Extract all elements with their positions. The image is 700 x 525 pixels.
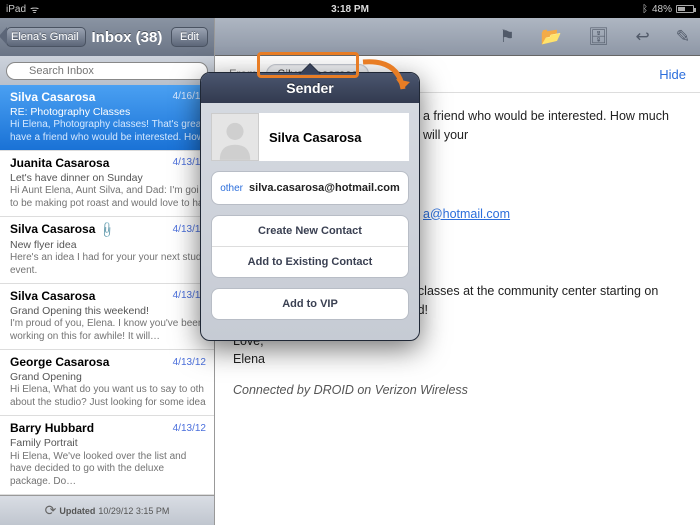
wifi-icon: ᯤ (30, 2, 39, 16)
attachment-icon: 📎 (97, 221, 116, 240)
flag-icon[interactable]: ⚑ (499, 27, 514, 47)
message-item[interactable]: Juanita Casarosa4/13/12Let's have dinner… (0, 151, 214, 217)
message-list: Silva Casarosa4/16/12RE: Photography Cla… (0, 85, 214, 495)
battery-icon (676, 5, 694, 13)
popover-tip-icon (299, 63, 321, 74)
add-existing-contact-button[interactable]: Add to Existing Contact (212, 247, 408, 277)
status-bar: iPad ᯤ 3:18 PM ᛒ 48% (0, 0, 700, 18)
body-fragment: a friend who would be interested. How mu… (423, 107, 682, 145)
status-time: 3:18 PM (331, 4, 369, 15)
search-input[interactable] (6, 62, 208, 80)
contact-email-card[interactable]: other silva.casarosa@hotmail.com (211, 171, 409, 205)
add-vip-button[interactable]: Add to VIP (211, 288, 409, 320)
popover-title: Sender (201, 73, 419, 103)
sender-popover: Sender Silva Casarosa other silva.casaro… (200, 72, 420, 341)
mailbox-sidebar: Elena's Gmail Inbox (38) Edit Silva Casa… (0, 18, 215, 525)
signature: Connected by DROID on Verizon Wireless (233, 381, 682, 400)
contact-name: Silva Casarosa (269, 130, 362, 145)
message-item[interactable]: Barry Hubbard4/13/12Family PortraitHi El… (0, 416, 214, 495)
email-label: other (220, 183, 243, 194)
search-icon (6, 61, 208, 80)
message-item[interactable]: George Casarosa4/13/12Grand OpeningHi El… (0, 350, 214, 416)
archive-icon[interactable]: 🗄 (588, 27, 610, 47)
inbox-title: Inbox (38) (92, 29, 166, 46)
sidebar-footer: ⟳ Updated 10/29/12 3:15 PM (0, 495, 214, 525)
mail-toolbar: ⚑ 📂 🗄 ↩︎ ✎ (215, 18, 700, 56)
carrier-label: iPad (6, 4, 26, 15)
message-item[interactable]: Silva Casarosa4/16/12RE: Photography Cla… (0, 85, 214, 151)
email-value: silva.casarosa@hotmail.com (249, 182, 400, 194)
cc-email-link[interactable]: a@hotmail.com (423, 207, 510, 221)
avatar-placeholder-icon (211, 113, 259, 161)
compose-icon[interactable]: ✎ (676, 27, 690, 47)
message-item[interactable]: Silva Casarosa4/13/12Grand Opening this … (0, 284, 214, 350)
hide-button[interactable]: Hide (659, 67, 686, 82)
create-contact-button[interactable]: Create New Contact (212, 216, 408, 247)
move-icon[interactable]: 📂 (541, 27, 562, 47)
bluetooth-icon: ᛒ (642, 4, 648, 15)
refresh-icon[interactable]: ⟳ (45, 502, 57, 519)
message-item[interactable]: Silva Casarosa📎4/13/12New flyer ideaHere… (0, 217, 214, 284)
edit-button[interactable]: Edit (171, 27, 208, 47)
battery-percent: 48% (652, 4, 672, 15)
back-button[interactable]: Elena's Gmail (6, 27, 86, 47)
reply-icon[interactable]: ↩︎ (636, 27, 650, 47)
